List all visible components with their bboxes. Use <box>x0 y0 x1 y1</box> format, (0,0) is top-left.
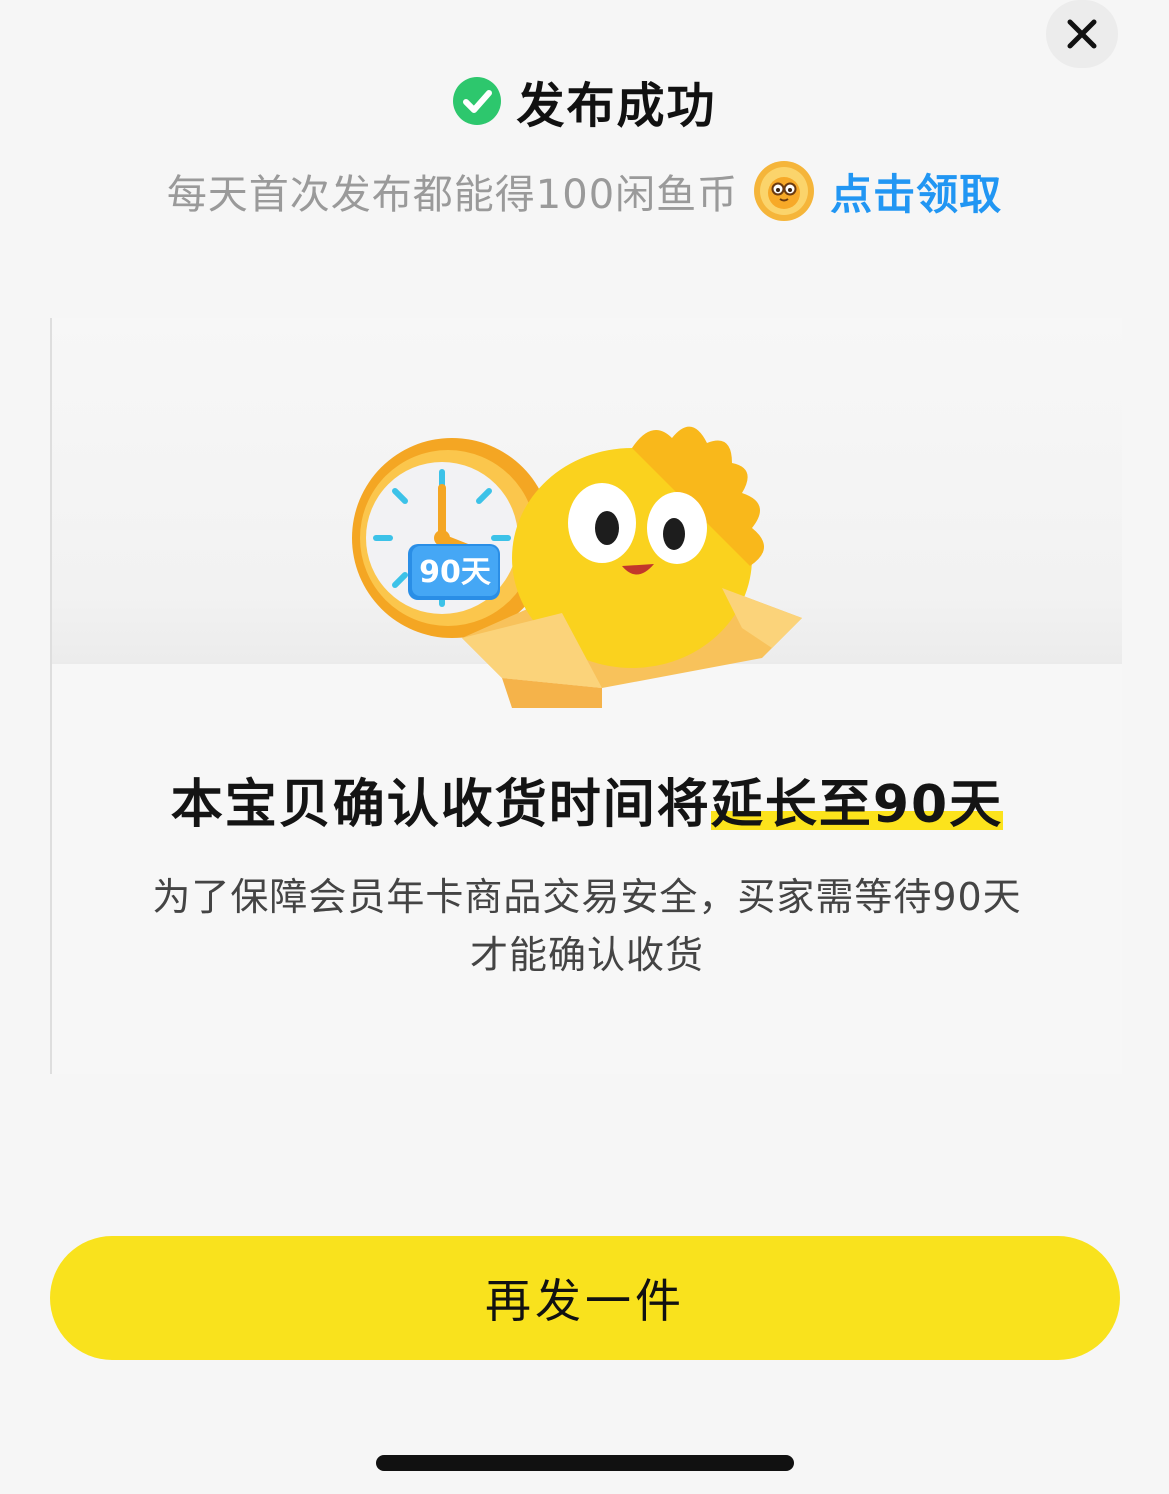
coin-reward-text: 每天首次发布都能得100闲鱼币 <box>166 172 739 218</box>
check-circle-icon <box>452 76 502 126</box>
close-button[interactable] <box>1046 0 1118 68</box>
notice-description: 为了保障会员年卡商品交易安全，买家需等待90天 才能确认收货 <box>112 868 1062 984</box>
notice-description-line1: 为了保障会员年卡商品交易安全，买家需等待90天 <box>152 875 1022 919</box>
success-header: 发布成功 <box>0 66 1169 136</box>
notice-title: 本宝贝确认收货时间将延长至90天 <box>52 762 1122 837</box>
coin-reward-row: 每天首次发布都能得100闲鱼币 点击领取 <box>0 156 1169 226</box>
claim-coin-link[interactable]: 点击领取 <box>830 161 1002 222</box>
clock-mascot-illustration: 90天 <box>352 426 802 708</box>
notice-description-line2: 才能确认收货 <box>469 933 704 977</box>
notice-title-highlight: 延长至90天 <box>710 775 1004 835</box>
publish-again-button[interactable]: 再发一件 <box>50 1236 1120 1360</box>
xianyu-coin-icon <box>752 159 816 223</box>
badge-90-days: 90天 <box>419 555 491 590</box>
home-indicator <box>376 1455 794 1471</box>
notice-title-prefix: 本宝贝确认收货时间将 <box>170 775 711 835</box>
close-icon <box>1067 19 1097 49</box>
publish-again-label: 再发一件 <box>485 1274 685 1328</box>
notice-card: 90天 本宝贝确认收货时间将延长至90天 为了保障会员年卡商品交易安全，买家需等… <box>50 318 1122 1074</box>
success-title: 发布成功 <box>516 78 717 134</box>
